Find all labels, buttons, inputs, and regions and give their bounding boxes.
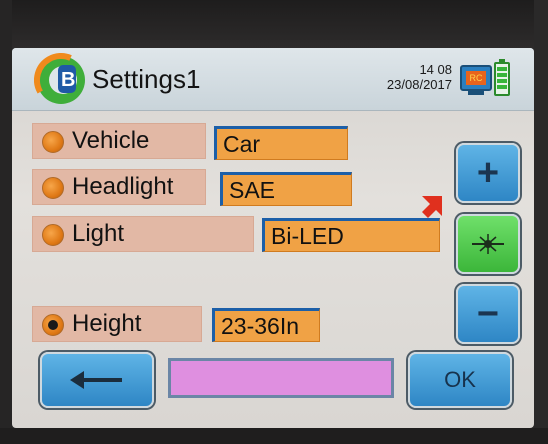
minus-button[interactable]: − — [456, 284, 520, 344]
row-vehicle[interactable]: Vehicle — [32, 123, 206, 159]
plus-button[interactable]: + — [456, 143, 520, 203]
clock-display: 14 08 23/08/2017 — [342, 62, 452, 92]
device-bezel-bottom — [0, 428, 548, 444]
plus-icon: + — [476, 152, 500, 194]
light-burst-icon — [472, 234, 504, 254]
row-headlight[interactable]: Headlight — [32, 169, 206, 205]
radio-icon[interactable] — [42, 177, 64, 199]
radio-selected-icon[interactable] — [42, 314, 64, 336]
page-title: Settings1 — [92, 64, 201, 94]
device-bezel-top — [0, 0, 548, 48]
row-light[interactable]: Light — [32, 216, 254, 252]
radio-icon[interactable] — [42, 224, 64, 246]
device-bezel-left — [0, 0, 12, 444]
ok-button[interactable]: OK — [408, 352, 512, 408]
height-label: Height — [72, 310, 142, 337]
headlight-label: Headlight — [72, 173, 174, 200]
device-bezel-right — [534, 0, 548, 444]
date-text: 23/08/2017 — [386, 77, 452, 92]
device-screen: B Settings1 14 08 23/08/2017 RC Vehicle … — [12, 48, 534, 428]
record-monitor-label: RC — [466, 71, 486, 85]
height-value-field[interactable]: 23-36In — [212, 308, 320, 342]
light-value-field[interactable]: Bi-LED — [262, 218, 440, 252]
vehicle-label: Vehicle — [72, 127, 150, 154]
minus-icon: − — [476, 293, 500, 335]
red-arrow-indicator-icon — [422, 196, 442, 218]
row-height[interactable]: Height — [32, 306, 202, 342]
back-arrow-icon — [70, 371, 122, 389]
time-text: 14 08 — [419, 62, 452, 77]
battery-icon — [494, 59, 510, 96]
light-mode-button[interactable] — [456, 214, 520, 274]
record-monitor-icon[interactable]: RC — [460, 65, 492, 95]
svg-text:B: B — [61, 69, 75, 91]
brand-logo-icon: B — [34, 53, 88, 107]
message-bar — [168, 358, 394, 398]
light-label: Light — [72, 220, 125, 247]
radio-icon[interactable] — [42, 131, 64, 153]
headlight-value-field[interactable]: SAE — [220, 172, 352, 206]
vehicle-value-field[interactable]: Car — [214, 126, 348, 160]
header-bar: B Settings1 14 08 23/08/2017 RC — [12, 48, 534, 111]
back-button[interactable] — [40, 352, 154, 408]
